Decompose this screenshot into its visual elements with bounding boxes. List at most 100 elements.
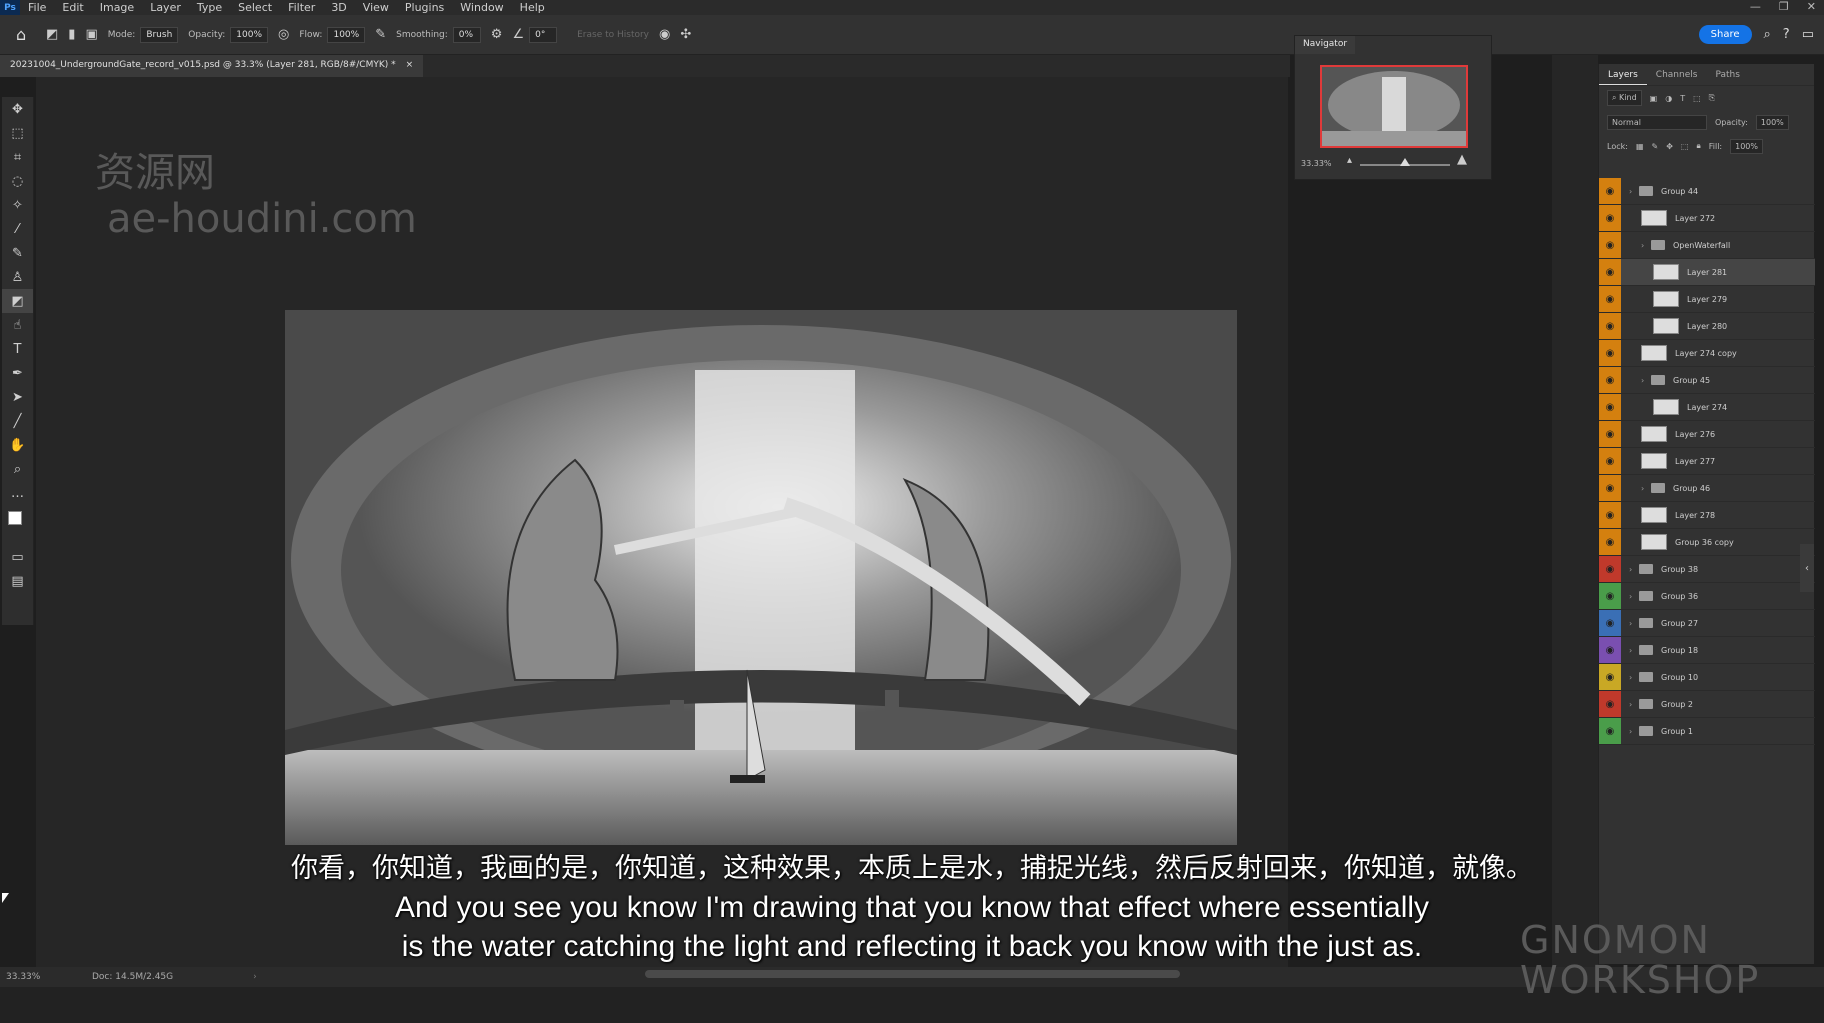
menu-view[interactable]: View [355,1,397,14]
line-tool-icon[interactable]: ╱ [2,409,33,433]
eye-icon[interactable]: ◉ [1599,475,1621,501]
path-select-tool-icon[interactable]: ➤ [2,385,33,409]
symmetry-icon[interactable]: ✣ [680,27,691,42]
smudge-tool-icon[interactable]: ☝ [2,313,33,337]
horizontal-scrollbar[interactable] [645,970,1180,978]
restore-icon[interactable]: ❐ [1779,0,1789,13]
eye-icon[interactable]: ◉ [1599,205,1621,231]
menu-window[interactable]: Window [452,1,511,14]
blend-mode-select[interactable]: Normal [1607,114,1707,130]
minimize-icon[interactable]: — [1750,0,1761,13]
expand-arrow-icon[interactable]: › [1629,673,1639,682]
eye-icon[interactable]: ◉ [1599,502,1621,528]
eye-icon[interactable]: ◉ [1599,664,1621,690]
eye-icon[interactable]: ◉ [1599,448,1621,474]
menu-help[interactable]: Help [512,1,553,14]
eyedropper-tool-icon[interactable]: ⁄ [2,217,33,241]
expand-arrow-icon[interactable]: › [1629,565,1639,574]
airbrush-icon[interactable]: ✎ [375,27,386,42]
eraser-icon[interactable]: ◩ [46,27,58,42]
status-chevron-icon[interactable]: › [253,972,257,982]
lock-all-icon[interactable]: 🔒︎ [1696,141,1700,151]
mode-select[interactable]: Brush [140,26,179,43]
expand-arrow-icon[interactable]: › [1641,241,1651,250]
crop-tool-icon[interactable]: ⌗ [2,145,33,169]
menu-type[interactable]: Type [189,1,230,14]
brush-preset-icon[interactable]: ▮ [68,27,75,42]
collapse-panel-icon[interactable]: ‹ [1800,544,1814,592]
menu-3d[interactable]: 3D [323,1,354,14]
color-swatches[interactable] [2,505,33,545]
layer-row[interactable]: ◉ › Group 45 [1599,367,1815,394]
navigator-zoom-value[interactable]: 33.33% [1301,159,1332,168]
lasso-tool-icon[interactable]: ◌ [2,169,33,193]
lock-artboard-icon[interactable]: ⬚ [1681,142,1689,151]
pen-tool-icon[interactable]: ✒ [2,361,33,385]
navigator-tab[interactable]: Navigator [1295,36,1356,54]
erase-to-history-label[interactable]: Erase to History [577,30,649,40]
eye-icon[interactable]: ◉ [1599,178,1621,204]
workspace-icon[interactable]: ▭ [1802,27,1814,42]
expand-arrow-icon[interactable]: › [1629,619,1639,628]
layer-kind-filter[interactable]: ⌕ Kind [1607,90,1642,106]
move-tool-icon[interactable]: ✥ [2,97,33,121]
magic-wand-tool-icon[interactable]: ✧ [2,193,33,217]
layer-row[interactable]: ◉ Layer 276 [1599,421,1815,448]
screen-mode-icon[interactable]: ▤ [2,569,33,593]
home-icon[interactable]: ⌂ [16,25,36,45]
layer-row[interactable]: ◉ Layer 274 copy [1599,340,1815,367]
expand-arrow-icon[interactable]: › [1641,484,1651,493]
eye-icon[interactable]: ◉ [1599,610,1621,636]
layer-row[interactable]: ◉ Layer 274 [1599,394,1815,421]
lock-position-icon[interactable]: ✥ [1666,142,1673,151]
pressure-size-icon[interactable]: ◉ [659,27,670,42]
layer-row[interactable]: ◉ › Group 10 [1599,664,1815,691]
gear-icon[interactable]: ⚙ [491,27,503,42]
filter-adjustment-icon[interactable]: ◑ [1665,94,1672,103]
layer-row[interactable]: ◉ › Group 2 [1599,691,1815,718]
lock-paint-icon[interactable]: ✎ [1652,142,1659,151]
expand-arrow-icon[interactable]: › [1629,592,1639,601]
close-window-icon[interactable]: ✕ [1807,0,1816,13]
brush-settings-icon[interactable]: ▣ [85,27,97,42]
eye-icon[interactable]: ◉ [1599,313,1621,339]
expand-arrow-icon[interactable]: › [1629,727,1639,736]
marquee-tool-icon[interactable]: ⬚ [2,121,33,145]
tab-channels[interactable]: Channels [1647,64,1707,85]
layer-row[interactable]: ◉ › Group 46 [1599,475,1815,502]
navigator-zoom-knob[interactable] [1400,158,1410,166]
close-tab-icon[interactable]: × [406,60,414,72]
layer-row[interactable]: ◉ › Group 38 [1599,556,1815,583]
expand-arrow-icon[interactable]: › [1641,376,1651,385]
eye-icon[interactable]: ◉ [1599,259,1621,285]
eye-icon[interactable]: ◉ [1599,637,1621,663]
eraser-tool-icon[interactable]: ◩ [2,289,33,313]
eye-icon[interactable]: ◉ [1599,286,1621,312]
layer-row[interactable]: ◉ Layer 278 [1599,502,1815,529]
search-icon[interactable]: ⌕ [1764,27,1771,42]
navigator-thumbnail[interactable] [1320,65,1468,148]
flow-input[interactable]: 100% [327,26,366,43]
layer-row[interactable]: ◉ Layer 281 [1599,259,1815,286]
document-tab[interactable]: 20231004_UndergroundGate_record_v015.psd… [0,55,424,77]
pressure-opacity-icon[interactable]: ◎ [278,27,289,42]
layer-row[interactable]: ◉ Layer 280 [1599,313,1815,340]
angle-input[interactable]: 0° [529,26,558,43]
eye-icon[interactable]: ◉ [1599,718,1621,744]
help-icon[interactable]: ? [1783,27,1790,42]
foreground-color[interactable] [8,511,22,525]
layer-row[interactable]: ◉ › Group 44 [1599,178,1815,205]
more-tools-icon[interactable]: … [2,481,33,505]
layer-row[interactable]: ◉ Layer 272 [1599,205,1815,232]
menu-select[interactable]: Select [230,1,280,14]
eye-icon[interactable]: ◉ [1599,394,1621,420]
eye-icon[interactable]: ◉ [1599,556,1621,582]
status-doc-info[interactable]: Doc: 14.5M/2.45G [92,972,173,982]
menu-layer[interactable]: Layer [142,1,189,14]
eye-icon[interactable]: ◉ [1599,691,1621,717]
eye-icon[interactable]: ◉ [1599,367,1621,393]
eye-icon[interactable]: ◉ [1599,583,1621,609]
filter-pixel-icon[interactable]: ▣ [1650,94,1658,103]
opacity-input[interactable]: 100% [230,26,269,43]
share-button[interactable]: Share [1698,25,1752,44]
